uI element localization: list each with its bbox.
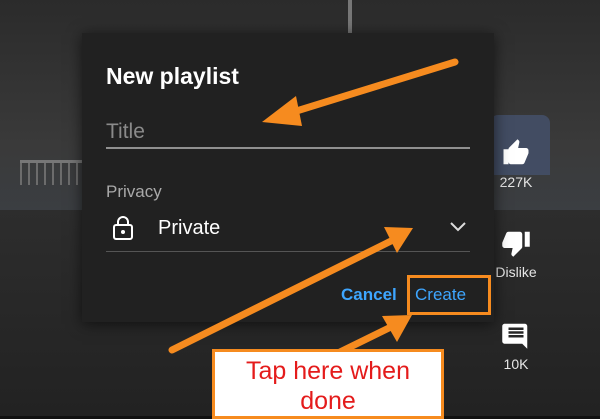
arrow-to-privacy [168,236,397,354]
tap-here-callout: Tap here when done [212,349,444,419]
arrow-to-title [286,58,459,117]
arrow-to-create [336,321,399,356]
arrow-to-title-head [262,96,302,126]
